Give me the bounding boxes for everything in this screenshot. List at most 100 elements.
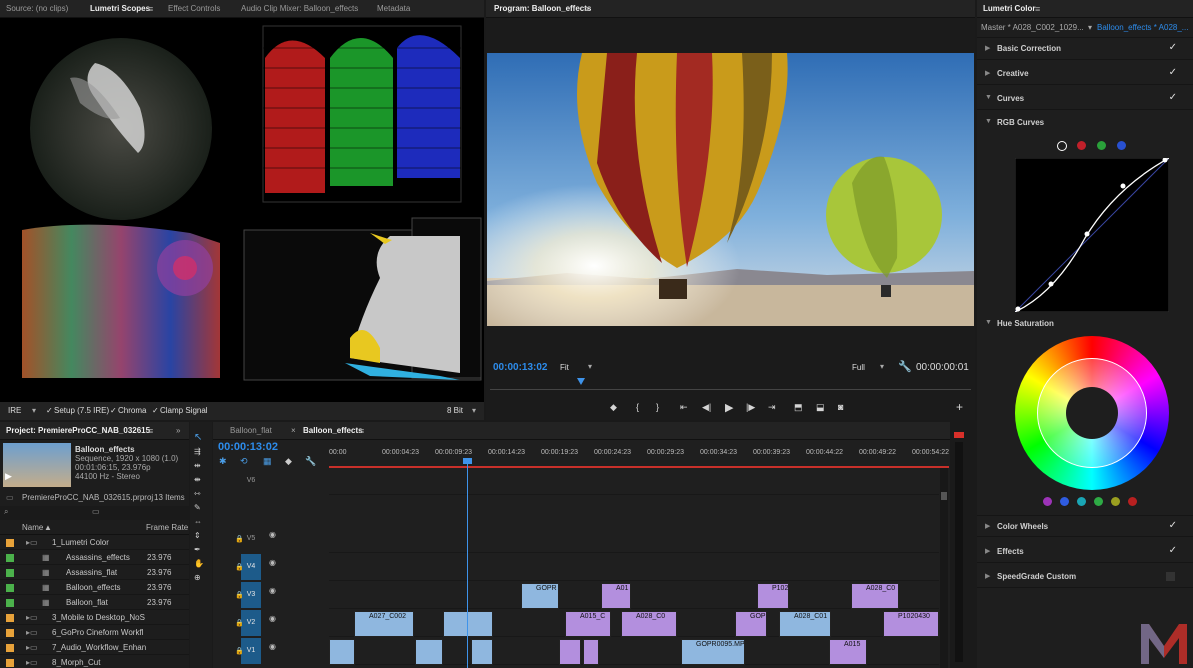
ripple-edit-tool-icon[interactable]: ⇹ [194, 461, 201, 470]
section-curves[interactable]: ▼ Curves ✓ [977, 88, 1193, 110]
rolling-edit-tool-icon[interactable]: ⇼ [194, 475, 201, 484]
red-channel-swatch[interactable] [1077, 141, 1086, 150]
go-to-out-icon[interactable]: ⇥ [768, 402, 776, 413]
mark-out-icon[interactable]: } [656, 402, 659, 412]
timeline-clip[interactable] [559, 639, 581, 665]
chroma-checkbox-icon[interactable]: ✓ [110, 402, 117, 420]
close-icon[interactable]: × [291, 422, 296, 440]
hue-saturation-wheel[interactable] [1015, 336, 1169, 490]
blue-channel-swatch[interactable] [1117, 141, 1126, 150]
timeline-ruler[interactable]: 00:00 00:00:04:23 00:00:09:23 00:00:14:23 00… [329, 444, 949, 468]
step-forward-icon[interactable]: |▶ [746, 402, 755, 413]
label-color-swatch[interactable] [6, 569, 14, 577]
new-bin-icon[interactable]: ▭ [92, 507, 100, 516]
enable-check-icon[interactable]: ✓ [1169, 42, 1177, 53]
section-color-wheels[interactable]: ▶ Color Wheels ✓ [977, 515, 1193, 537]
timeline-clip[interactable]: GOP [735, 611, 767, 637]
timeline-clip[interactable]: A027_C002 [354, 611, 414, 637]
lock-icon[interactable]: 🔒 [235, 563, 244, 571]
sequence-row[interactable]: ▦ Assassins_flat 23.976 [0, 565, 189, 580]
cyan-swatch[interactable] [1077, 497, 1086, 506]
visibility-eye-icon[interactable]: ◉ [269, 642, 276, 651]
export-frame-icon[interactable]: ◙ [838, 402, 843, 412]
timeline-clip[interactable] [329, 639, 355, 665]
red-swatch[interactable] [1128, 497, 1137, 506]
visibility-eye-icon[interactable]: ◉ [269, 614, 276, 623]
chevron-down-icon[interactable]: ▾ [472, 402, 476, 420]
sequence-row[interactable]: ▦ Balloon_effects 23.976 [0, 580, 189, 595]
label-color-swatch[interactable] [6, 584, 14, 592]
timeline-clip[interactable]: A015_C [565, 611, 611, 637]
timeline-clip[interactable] [443, 611, 493, 637]
clamp-checkbox-icon[interactable]: ✓ [152, 402, 159, 420]
label-color-swatch[interactable] [6, 644, 14, 652]
visibility-eye-icon[interactable]: ◉ [269, 586, 276, 595]
lock-icon[interactable]: 🔒 [235, 535, 244, 543]
track-label-v5[interactable]: V5 [241, 526, 261, 552]
section-creative[interactable]: ▶ Creative ✓ [977, 63, 1193, 85]
sequence-row[interactable]: ▦ Assassins_effects 23.976 [0, 550, 189, 565]
blue-swatch[interactable] [1060, 497, 1069, 506]
razor-tool-icon[interactable]: ✎ [194, 503, 201, 512]
bin-row[interactable]: ▸▭ 8_Morph_Cut [0, 655, 189, 668]
chevron-down-icon[interactable]: ▾ [32, 402, 36, 420]
chevron-down-icon[interactable]: ▾ [880, 362, 884, 371]
tab-audio-clip-mixer[interactable]: Audio Clip Mixer: Balloon_effects [241, 0, 358, 18]
label-color-swatch[interactable] [6, 629, 14, 637]
mark-in-icon[interactable]: { [636, 402, 639, 412]
marker-icon[interactable]: ◆ [610, 402, 617, 413]
program-time-ruler[interactable] [490, 382, 971, 390]
section-basic-correction[interactable]: ▶ Basic Correction ✓ [977, 38, 1193, 60]
sequence-row[interactable]: ▦ Balloon_flat 23.976 [0, 595, 189, 610]
panel-menu-icon[interactable]: ≡ [584, 0, 589, 18]
scale-select[interactable]: IRE [8, 402, 21, 420]
track-lane[interactable] [329, 582, 939, 609]
enable-check-icon[interactable]: ✓ [1169, 520, 1177, 531]
track-select-tool-icon[interactable]: ⇶ [194, 447, 201, 456]
lift-icon[interactable]: ⬒ [794, 402, 803, 413]
tab-lumetri-scopes[interactable]: Lumetri Scopes [90, 0, 150, 18]
snap-icon[interactable]: ✱ [219, 456, 227, 467]
panel-menu-icon[interactable]: ≡ [148, 0, 153, 18]
hue-saturation-header[interactable]: ▼ Hue Saturation [977, 314, 1193, 332]
magenta-swatch[interactable] [1043, 497, 1052, 506]
bin-row[interactable]: ▸▭ 7_Audio_Workflow_Enhan [0, 640, 189, 655]
slide-tool-icon[interactable]: ⇕ [194, 531, 201, 540]
timeline-clip[interactable]: A01 [601, 583, 631, 609]
track-lane[interactable] [329, 468, 939, 495]
chevron-down-icon[interactable]: ▾ [1088, 18, 1092, 38]
track-label-v3[interactable]: V3 [241, 582, 261, 608]
add-button-icon[interactable]: + [956, 400, 963, 414]
timeline-clip[interactable]: A028_C0 [851, 583, 899, 609]
timeline-playhead[interactable] [467, 458, 468, 668]
track-lane[interactable] [329, 554, 939, 581]
rate-stretch-tool-icon[interactable]: ⇿ [194, 489, 201, 498]
timeline-clip[interactable]: A015 [829, 639, 867, 665]
pen-tool-icon[interactable]: ✒ [194, 545, 201, 554]
timeline-clip[interactable] [471, 639, 493, 665]
sequence-clip-tab[interactable]: Balloon_effects * A028_... [1097, 18, 1188, 38]
yellow-swatch[interactable] [1111, 497, 1120, 506]
track-label-v4[interactable]: V4 [241, 554, 261, 580]
lock-icon[interactable]: 🔒 [235, 591, 244, 599]
bin-row[interactable]: ▸▭ 1_Lumetri Color [0, 535, 189, 550]
track-label-v6[interactable]: V6 [241, 468, 261, 494]
visibility-eye-icon[interactable]: ◉ [269, 558, 276, 567]
track-label-v2[interactable]: V2 [241, 610, 261, 636]
play-icon[interactable]: ▶ [5, 471, 12, 482]
rgb-curves-header[interactable]: ▼ RGB Curves [977, 113, 1193, 131]
timeline-clip[interactable] [415, 639, 443, 665]
label-color-swatch[interactable] [6, 539, 14, 547]
vertical-scrollbar[interactable] [940, 468, 948, 668]
timeline-clip[interactable]: A028_C0 [621, 611, 677, 637]
label-color-swatch[interactable] [6, 554, 14, 562]
clip-thumbnail[interactable]: ▶ [3, 443, 71, 487]
tab-effect-controls[interactable]: Effect Controls [168, 0, 220, 18]
label-color-swatch[interactable] [6, 659, 14, 667]
playhead-timecode[interactable]: 00:00:13:02 [493, 362, 547, 373]
green-swatch[interactable] [1094, 497, 1103, 506]
tab-balloon-flat[interactable]: Balloon_flat [230, 422, 272, 440]
add-marker-icon[interactable]: ▦ [263, 456, 272, 467]
bin-row[interactable]: ▸▭ 6_GoPro Cineform Workfl [0, 625, 189, 640]
expand-panels-icon[interactable]: » [176, 422, 180, 440]
